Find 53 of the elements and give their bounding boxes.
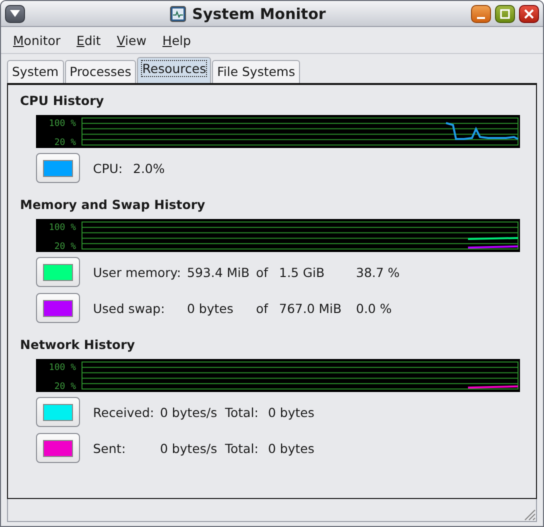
axis-label: 20 % [54,138,76,148]
close-icon [524,8,534,18]
stat-text: 0 bytes/s [160,404,218,420]
color-picker-button[interactable] [36,293,80,323]
tab[interactable]: Processes [64,60,136,83]
menu-item[interactable]: Edit [68,31,109,50]
axis-label: 20 % [54,242,76,252]
stat-text: 38.7 % [356,264,401,280]
stat-text: Used swap: [93,300,166,316]
tab[interactable]: System [7,60,64,83]
maximize-button[interactable] [495,4,515,22]
color-picker-button[interactable] [36,257,80,287]
stat-text: 0 bytes [268,440,316,456]
stat-text: Received: [93,404,156,420]
stat-text: 1.5 GiB [279,264,326,280]
stat-text: 2.0% [133,160,166,176]
stat-text: 593.4 MiB [187,264,251,280]
resize-grip-icon[interactable] [522,507,536,521]
axis-label: 20 % [54,382,76,392]
minimize-icon [477,16,485,18]
stat-text: CPU: [93,160,124,176]
axis-label: 100 % [48,119,76,129]
caret-icon [10,10,20,17]
stat-text: 0.0 % [356,300,393,316]
color-picker-button[interactable] [36,153,80,183]
stat-text: Sent: [93,440,127,456]
section-title: Network History [20,337,136,352]
color-picker-button[interactable] [36,397,80,427]
section-title: CPU History [20,93,105,108]
stat-text: 767.0 MiB [279,300,343,316]
stat-text: Total: [225,440,260,456]
stat-text: of [256,264,270,280]
stat-text: of [256,300,270,316]
window-menu-button[interactable] [5,4,25,22]
tab[interactable]: File Systems [212,60,300,83]
stat-text: Total: [225,404,260,420]
stat-text: 0 bytes/s [160,440,218,456]
monitor-icon [170,6,186,22]
stat-text: 0 bytes [187,300,234,316]
minimize-button[interactable] [471,4,491,22]
window-title: System Monitor [192,4,326,22]
menu-item[interactable]: Help [154,31,199,50]
section-title: Memory and Swap History [20,197,206,212]
close-button[interactable] [519,4,539,22]
stat-text: User memory: [93,264,182,280]
menu-item[interactable]: Monitor [5,31,69,50]
color-picker-button[interactable] [36,433,80,463]
axis-label: 100 % [48,223,76,233]
tab[interactable]: Resources [137,57,212,83]
maximize-icon [500,8,510,18]
menu-item[interactable]: View [108,31,154,50]
stat-text: 0 bytes [268,404,316,420]
axis-label: 100 % [48,363,76,373]
